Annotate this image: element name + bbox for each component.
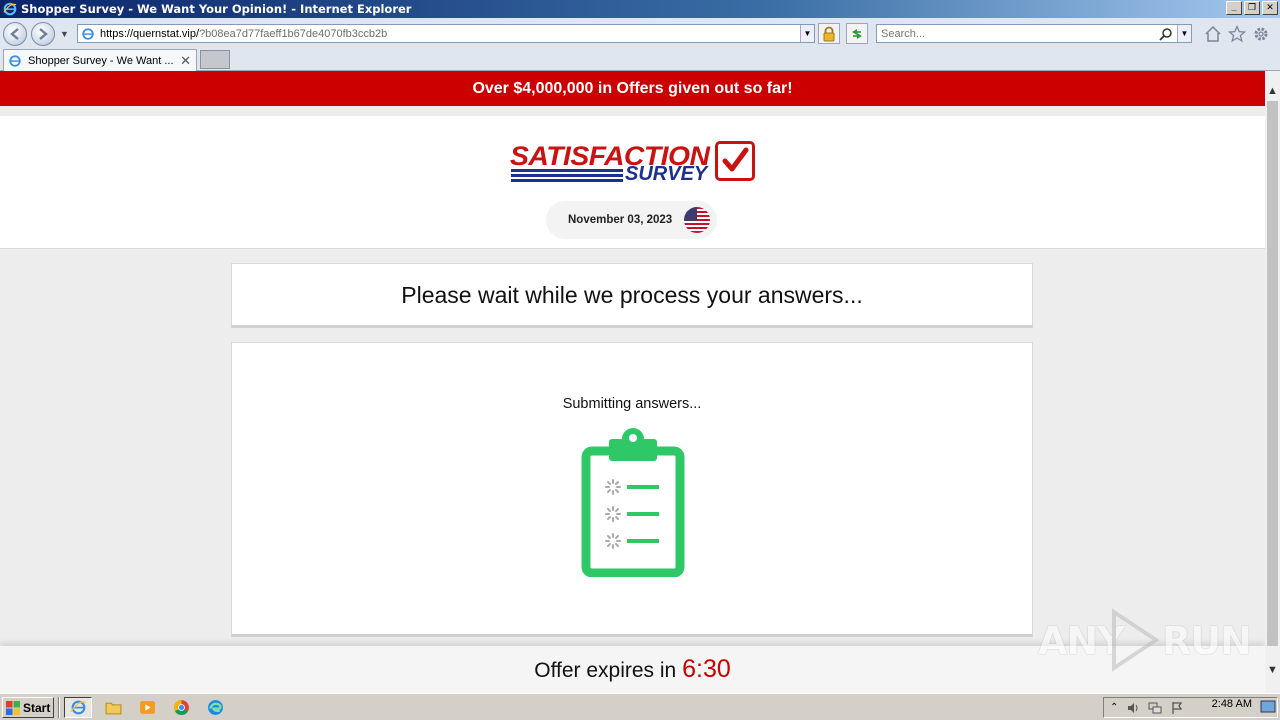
taskbar-ie-button[interactable]	[64, 697, 92, 718]
new-tab-button[interactable]	[200, 50, 230, 69]
lock-icon	[823, 26, 835, 41]
back-button[interactable]	[3, 22, 27, 46]
anyrun-watermark: ANY RUN	[1038, 606, 1252, 676]
minimize-button[interactable]: _	[1226, 1, 1242, 15]
offer-timer: 6:30	[682, 655, 731, 683]
status-text: Submitting answers...	[562, 396, 702, 412]
progress-card: Submitting answers...	[231, 342, 1033, 637]
tab-label: Shopper Survey - We Want ...	[28, 54, 174, 67]
logo-text-survey: SURVEY	[625, 163, 708, 185]
forward-button[interactable]	[31, 22, 55, 46]
network-icon[interactable]	[1148, 701, 1162, 715]
window-title: Shopper Survey - We Want Your Opinion! -…	[21, 2, 412, 16]
close-window-button[interactable]: ✕	[1262, 1, 1278, 15]
back-arrow-icon	[10, 28, 19, 40]
security-lock-button[interactable]	[818, 23, 840, 44]
checkbox-check-icon	[715, 141, 755, 181]
start-button[interactable]: Start	[2, 697, 54, 718]
tray-expand-icon[interactable]: ⌃	[1110, 702, 1118, 713]
current-date: November 03, 2023	[568, 214, 673, 226]
taskbar-clock: 2:48 AM	[1211, 698, 1252, 710]
processing-heading: Please wait while we process your answer…	[231, 263, 1033, 328]
taskbar-edge-button[interactable]	[201, 697, 229, 718]
search-input[interactable]	[881, 27, 1151, 40]
address-dropdown-icon[interactable]: ▼	[800, 25, 814, 42]
search-icon[interactable]	[1159, 27, 1173, 41]
offer-label: Offer expires in	[534, 659, 677, 682]
tab-shopper-survey[interactable]: Shopper Survey - We Want ... ✕	[3, 49, 197, 71]
tab-favicon-icon	[9, 54, 21, 67]
search-dropdown-icon[interactable]: ▼	[1177, 25, 1191, 42]
scroll-down-icon[interactable]: ▼	[1265, 664, 1280, 679]
scroll-thumb[interactable]	[1267, 101, 1278, 646]
volume-icon[interactable]	[1126, 701, 1140, 715]
refresh-icon	[852, 28, 862, 39]
satisfaction-survey-logo: SATISFACTION SURVEY	[510, 141, 758, 187]
search-box[interactable]: ▼	[876, 24, 1192, 43]
promo-banner: Over $4,000,000 in Offers given out so f…	[0, 71, 1265, 106]
navigation-bar: ▼ https://quernstat.vip/?b08ea7d77faeff1…	[0, 18, 1280, 48]
url-path: ?b08ea7d77faeff1b67de4070fb3ccb2b	[199, 27, 388, 40]
scroll-up-icon[interactable]: ▲	[1265, 85, 1280, 100]
settings-gear-icon[interactable]	[1252, 25, 1270, 43]
play-triangle-icon	[1112, 608, 1160, 672]
address-input[interactable]: https://quernstat.vip/?b08ea7d77faeff1b6…	[77, 24, 815, 43]
chrome-icon	[173, 700, 189, 716]
taskbar: Start ⌃ 2:48 AM	[0, 693, 1280, 720]
folder-icon	[105, 702, 121, 715]
restore-button[interactable]: ❐	[1244, 1, 1260, 15]
page-favicon-icon	[82, 27, 94, 40]
page-header: SATISFACTION SURVEY November 03, 2023	[0, 116, 1265, 249]
edge-icon	[207, 700, 223, 715]
flag-notification-icon[interactable]	[1170, 701, 1184, 715]
forward-arrow-icon	[39, 28, 48, 40]
show-desktop-icon[interactable]	[1260, 700, 1276, 714]
ie-icon	[70, 700, 86, 715]
window-titlebar[interactable]: Shopper Survey - We Want Your Opinion! -…	[0, 0, 1280, 18]
taskbar-chrome-button[interactable]	[167, 697, 195, 718]
taskbar-media-button[interactable]	[133, 697, 161, 718]
media-player-icon	[139, 701, 155, 714]
tab-strip: Shopper Survey - We Want ... ✕	[0, 48, 1280, 71]
start-label: Start	[23, 700, 51, 715]
home-icon[interactable]	[1204, 25, 1222, 43]
page-scrollbar[interactable]: ▲ ▼	[1265, 71, 1280, 693]
close-tab-icon[interactable]: ✕	[180, 53, 191, 69]
taskbar-explorer-button[interactable]	[99, 697, 127, 718]
date-badge: November 03, 2023	[546, 201, 717, 239]
clipboard-loading-icon	[581, 428, 685, 577]
page-viewport: Over $4,000,000 in Offers given out so f…	[0, 71, 1265, 693]
history-dropdown-icon[interactable]: ▼	[60, 29, 69, 39]
windows-logo-icon	[6, 700, 20, 715]
watermark-text-right: RUN	[1162, 619, 1252, 663]
url-host: https://quernstat.vip/	[100, 27, 200, 40]
favorites-star-icon[interactable]	[1228, 25, 1246, 43]
refresh-button[interactable]	[846, 23, 868, 44]
us-flag-icon	[684, 207, 710, 233]
ie-icon	[3, 2, 17, 16]
